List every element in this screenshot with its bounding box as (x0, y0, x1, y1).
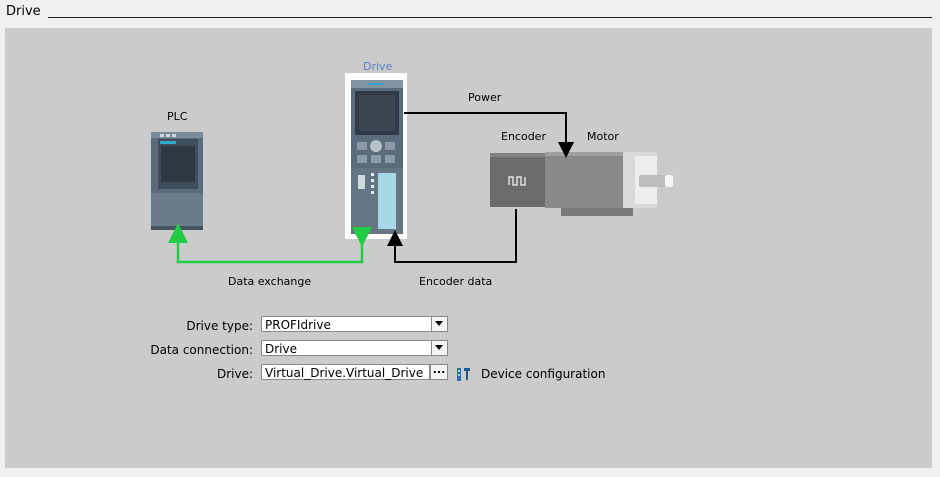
drive-title-label: Drive (363, 60, 393, 73)
section-divider (48, 17, 932, 18)
section-header: Drive (0, 0, 940, 26)
data-exchange-label: Data exchange (228, 275, 312, 288)
drive-panel: PLC Drive Power Encoder Motor Data excha… (5, 28, 932, 468)
drive-type-label: Drive type: (186, 319, 253, 333)
drive-type-value: PROFIdrive (265, 318, 331, 332)
chevron-down-icon[interactable] (431, 317, 447, 331)
browse-button[interactable]: ... (430, 364, 448, 380)
encoder-data-label: Encoder data (419, 275, 493, 288)
motor-device (490, 152, 673, 216)
plc-label: PLC (167, 110, 188, 123)
drive-label: Drive: (216, 367, 253, 381)
device-configuration-link[interactable]: Device configuration (481, 367, 605, 381)
device-configuration-icon[interactable] (456, 366, 472, 382)
data-connection-label: Data connection: (150, 343, 253, 357)
data-connection-dropdown[interactable]: Drive (261, 340, 448, 356)
section-title: Drive (6, 4, 41, 19)
drive-value: Virtual_Drive.Virtual_Drive (265, 366, 424, 380)
chevron-down-icon[interactable] (431, 341, 447, 355)
data-connection-value: Drive (265, 342, 297, 356)
motor-label: Motor (587, 130, 619, 143)
encoder-data-line (387, 209, 517, 263)
plc-device (151, 132, 203, 230)
power-label: Power (468, 91, 502, 104)
encoder-label: Encoder (501, 130, 546, 143)
data-exchange-line (168, 223, 372, 264)
drive-type-dropdown[interactable]: PROFIdrive (261, 316, 448, 332)
drive-device (345, 73, 407, 239)
drive-field[interactable]: Virtual_Drive.Virtual_Drive (261, 364, 430, 380)
